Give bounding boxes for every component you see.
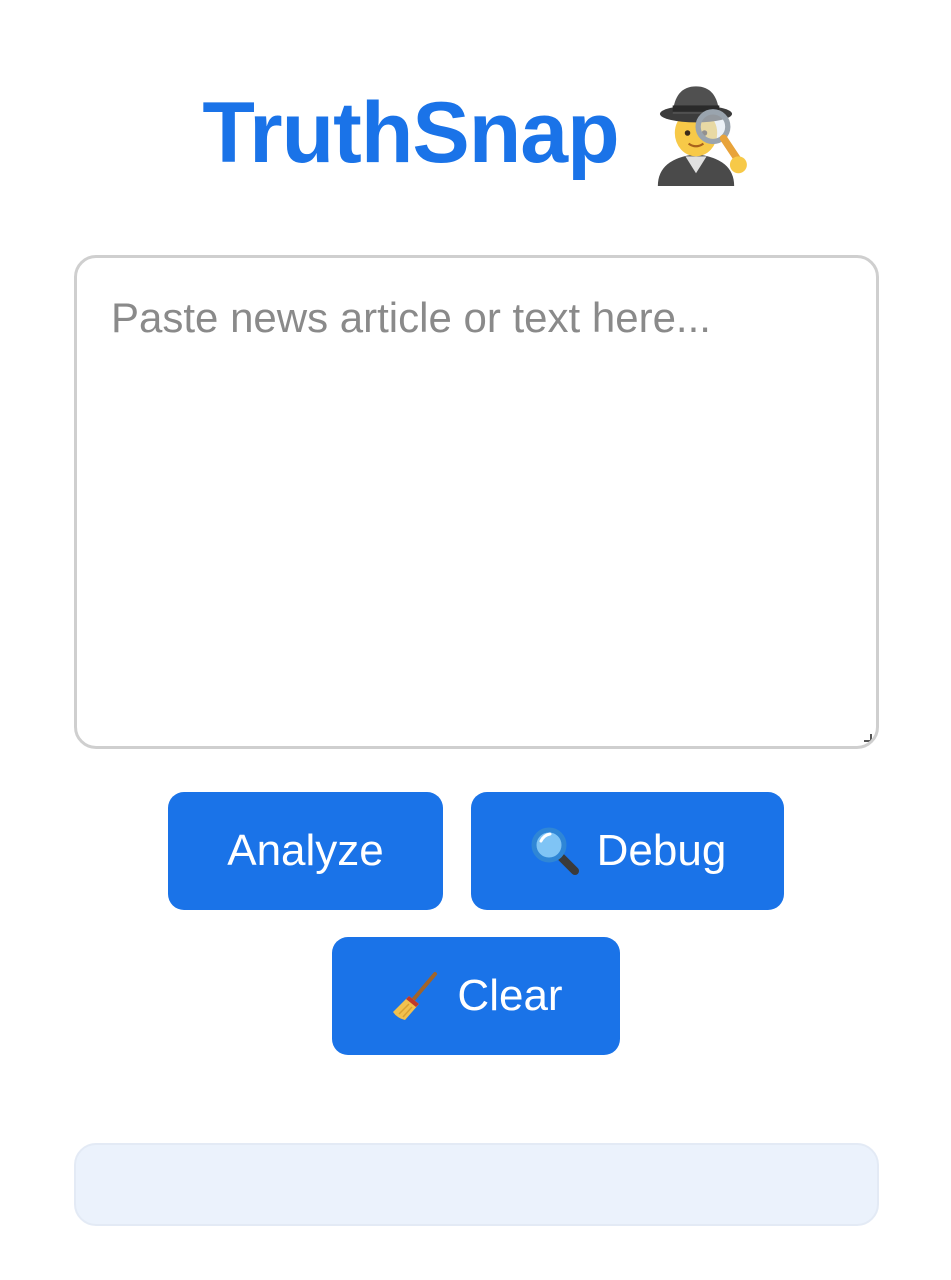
magnifying-glass-icon xyxy=(529,825,581,877)
page: TruthSnap Paste news article or text her… xyxy=(0,0,951,1280)
article-input-container xyxy=(74,255,879,749)
detective-icon xyxy=(643,80,749,186)
header: TruthSnap xyxy=(0,78,951,188)
result-panel xyxy=(74,1143,879,1226)
page-title: TruthSnap xyxy=(202,85,619,181)
broom-icon xyxy=(389,970,441,1022)
analyze-button-label: Analyze xyxy=(227,826,384,875)
analyze-button[interactable]: Analyze xyxy=(168,792,443,910)
debug-button[interactable]: Debug xyxy=(471,792,784,910)
debug-button-label: Debug xyxy=(596,826,727,875)
clear-button[interactable]: Clear xyxy=(332,937,620,1055)
clear-button-label: Clear xyxy=(457,971,563,1020)
resize-handle[interactable] xyxy=(864,734,872,742)
article-text-input[interactable] xyxy=(77,258,876,746)
